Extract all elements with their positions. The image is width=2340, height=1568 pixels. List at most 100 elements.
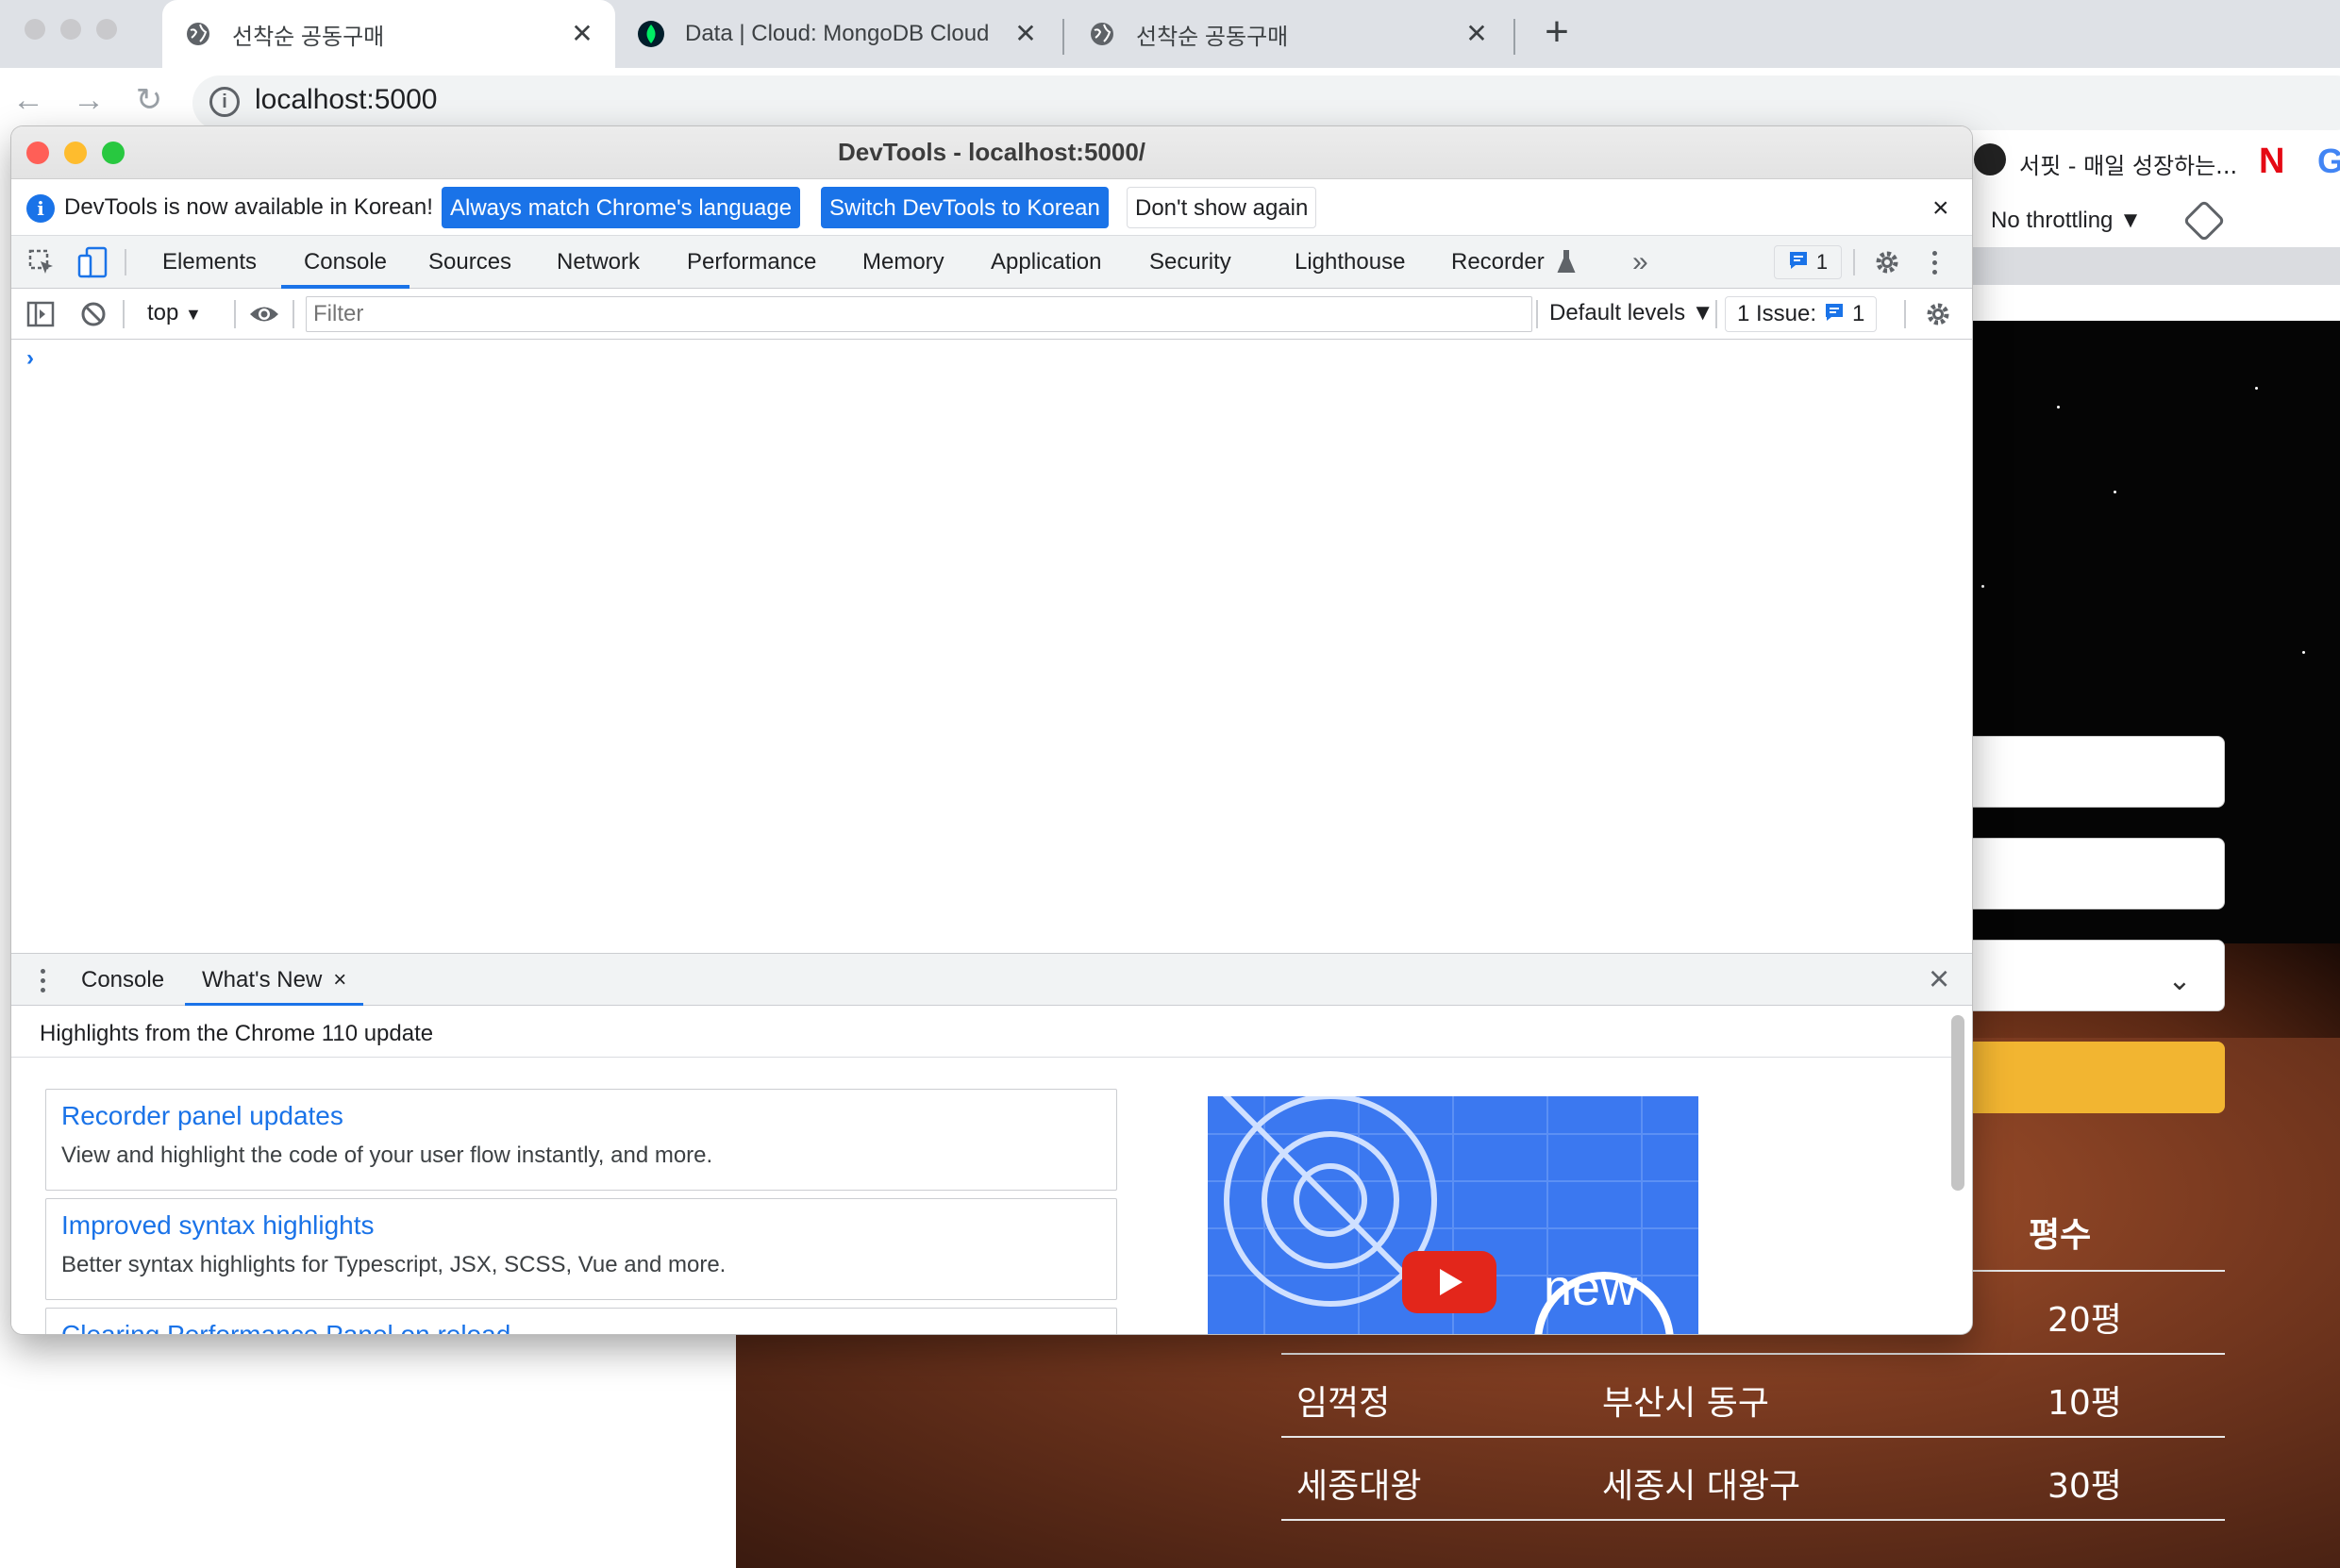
- switch-to-korean-button[interactable]: Switch DevTools to Korean: [821, 187, 1109, 228]
- table-divider: [1281, 1519, 2225, 1521]
- star: [2255, 387, 2258, 390]
- devtools-titlebar: DevTools - localhost:5000/: [11, 126, 1972, 179]
- feature-title-link[interactable]: Recorder panel updates: [61, 1101, 343, 1131]
- drawer-tab-label: What's New: [202, 967, 323, 993]
- sidebar-toggle-icon[interactable]: [25, 298, 57, 330]
- video-caption: new: [1544, 1259, 1638, 1316]
- drawer-tab-console[interactable]: Console: [81, 954, 164, 1007]
- close-tab-icon[interactable]: ✕: [1462, 19, 1491, 48]
- site-info-icon[interactable]: i: [209, 87, 240, 117]
- tab-title: 선착순 공동구매: [232, 24, 385, 50]
- table-cell-name: 세종대왕: [1296, 1467, 1422, 1506]
- netflix-bookmark-icon[interactable]: N: [2259, 142, 2284, 182]
- table-cell-address: 세종시 대왕구: [1602, 1467, 1801, 1506]
- toolbar-divider: [292, 300, 294, 328]
- tab-strip: 선착순 공동구매 ✕ Data | Cloud: MongoDB Cloud ✕…: [0, 0, 2340, 68]
- flask-icon: [1557, 249, 1580, 275]
- page-strip: [1963, 247, 2340, 285]
- feature-card[interactable]: Recorder panel updates View and highligh…: [45, 1089, 1117, 1191]
- drawer-menu-icon[interactable]: [36, 965, 49, 995]
- tab-memory[interactable]: Memory: [862, 236, 944, 289]
- browser-tab-3[interactable]: 선착순 공동구매 ✕: [1066, 0, 1510, 68]
- eye-icon[interactable]: [245, 298, 283, 330]
- tab-security[interactable]: Security: [1149, 236, 1231, 289]
- surfit-bookmark-icon[interactable]: [1974, 143, 2006, 175]
- new-tab-button[interactable]: +: [1538, 11, 1576, 53]
- close-infobar-icon[interactable]: ×: [1932, 192, 1949, 225]
- tab-sources[interactable]: Sources: [428, 236, 511, 289]
- console-toolbar: top ▼ Default levels ▼ 1 Issue: 1: [11, 289, 1972, 340]
- clear-console-icon[interactable]: [77, 298, 109, 330]
- issues-badge[interactable]: 1: [1774, 245, 1842, 279]
- bookmark-surfit[interactable]: 서핏 - 매일 성장하는...: [2019, 147, 2237, 180]
- tab-recorder[interactable]: Recorder: [1451, 236, 1545, 289]
- throttling-select[interactable]: No throttling ▼: [1991, 208, 2142, 234]
- tab-elements[interactable]: Elements: [162, 236, 257, 289]
- table-cell-name: 임꺽정: [1296, 1384, 1391, 1423]
- star: [2114, 491, 2116, 493]
- kebab-menu-icon[interactable]: [1923, 245, 1946, 279]
- devtools-panel-tabs: Elements Console Sources Network Perform…: [11, 236, 1972, 289]
- minimize-window-dot[interactable]: [60, 19, 81, 40]
- play-icon[interactable]: [1402, 1251, 1496, 1313]
- chevron-down-icon: ⌄: [2167, 965, 2192, 996]
- whats-new-video-thumbnail[interactable]: new: [1208, 1096, 1698, 1334]
- mongodb-leaf-icon: [638, 21, 664, 47]
- reload-icon[interactable]: ↻: [130, 81, 168, 119]
- tab-lighthouse[interactable]: Lighthouse: [1295, 236, 1405, 289]
- log-levels-select[interactable]: Default levels ▼: [1549, 300, 1714, 326]
- back-arrow-icon[interactable]: ←: [9, 81, 47, 119]
- address-bar[interactable]: [192, 75, 2340, 130]
- tab-application[interactable]: Application: [991, 236, 1101, 289]
- console-output[interactable]: ›: [11, 340, 1972, 953]
- console-prompt-icon[interactable]: ›: [26, 345, 34, 372]
- table-header-size: 평수: [2029, 1216, 2092, 1255]
- close-window-dot[interactable]: [25, 19, 45, 40]
- drawer-scrollbar[interactable]: [1951, 1015, 1964, 1191]
- star: [2057, 406, 2060, 409]
- issues-label: 1 Issue:: [1737, 301, 1817, 326]
- tab-divider: [1513, 19, 1515, 55]
- devtools-window-title: DevTools - localhost:5000/: [837, 138, 1146, 166]
- toolbar-divider: [1904, 300, 1906, 328]
- tab-title: Data | Cloud: MongoDB Cloud: [685, 21, 990, 46]
- tab-network[interactable]: Network: [557, 236, 640, 289]
- more-tabs-icon[interactable]: »: [1632, 236, 1648, 289]
- rotate-icon[interactable]: [2182, 199, 2226, 242]
- browser-tab-1[interactable]: 선착순 공동구매 ✕: [162, 0, 615, 68]
- issues-counter[interactable]: 1 Issue: 1: [1725, 296, 1878, 332]
- toolbar-divider: [1715, 300, 1717, 328]
- feature-card[interactable]: Improved syntax highlights Better syntax…: [45, 1198, 1117, 1300]
- feature-card[interactable]: Clearing Performance Panel on reload: [45, 1308, 1117, 1334]
- close-tab-icon[interactable]: ×: [333, 954, 346, 1003]
- feature-title-link[interactable]: Improved syntax highlights: [61, 1210, 375, 1241]
- tab-performance[interactable]: Performance: [687, 236, 816, 289]
- close-tab-icon[interactable]: ✕: [1011, 19, 1040, 48]
- console-settings-gear-icon[interactable]: [1921, 298, 1955, 330]
- forward-arrow-icon[interactable]: →: [70, 81, 108, 119]
- gear-icon[interactable]: [1870, 245, 1904, 279]
- toolbar-divider: [1853, 249, 1855, 275]
- context-select[interactable]: top ▼: [147, 300, 202, 326]
- inspect-element-icon[interactable]: [26, 247, 57, 277]
- drawer-tabbar: Console What's New × ×: [11, 953, 1972, 1007]
- dont-show-again-button[interactable]: Don't show again: [1127, 187, 1317, 228]
- drawer-tab-whats-new[interactable]: What's New ×: [185, 954, 364, 1007]
- star: [1981, 585, 1984, 588]
- close-drawer-icon[interactable]: ×: [1929, 959, 1949, 1000]
- language-infobar: i DevTools is now available in Korean! A…: [11, 179, 1972, 236]
- filter-input[interactable]: [313, 300, 1521, 328]
- devtools-window: DevTools - localhost:5000/ i DevTools is…: [11, 126, 1972, 1334]
- device-toolbar-icon[interactable]: [75, 245, 109, 279]
- zoom-window-dot[interactable]: [96, 19, 117, 40]
- close-tab-icon[interactable]: ✕: [568, 19, 596, 48]
- google-bookmark-icon[interactable]: G: [2317, 142, 2340, 181]
- globe-icon: [1089, 21, 1115, 47]
- toolbar-divider: [1536, 300, 1538, 328]
- feature-title-link[interactable]: Clearing Performance Panel on reload: [61, 1320, 510, 1334]
- url-text[interactable]: localhost:5000: [255, 84, 437, 116]
- tab-console[interactable]: Console: [281, 236, 410, 289]
- browser-tab-2[interactable]: Data | Cloud: MongoDB Cloud ✕: [615, 0, 1059, 68]
- infobar-message: DevTools is now available in Korean!: [64, 194, 433, 220]
- always-match-language-button[interactable]: Always match Chrome's language: [442, 187, 801, 228]
